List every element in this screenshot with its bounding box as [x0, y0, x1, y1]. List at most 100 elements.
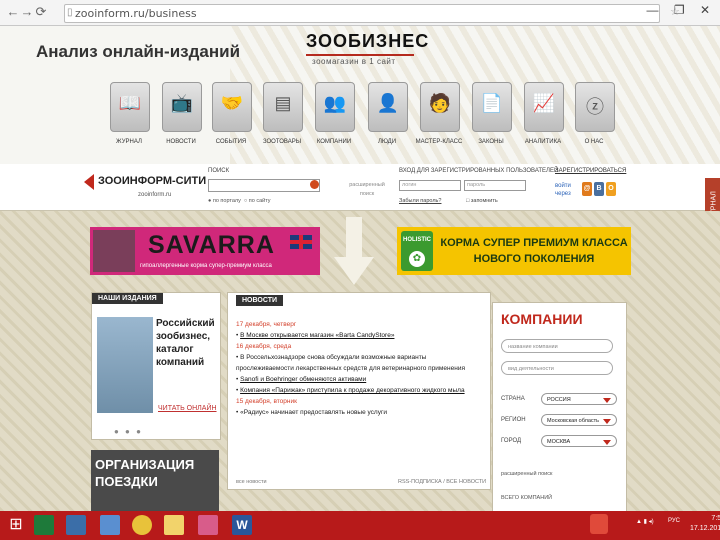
- search-scope[interactable]: ● по порталу ○ по сайту: [208, 198, 271, 204]
- forward-icon[interactable]: →: [20, 5, 34, 19]
- site-logo[interactable]: ЗООБИЗНЕС: [306, 31, 429, 52]
- holistic-banner[interactable]: HOLISTIC ✿ КОРМА СУПЕР ПРЕМИУМ КЛАССА НО…: [397, 227, 631, 275]
- page-icon: ▯: [67, 7, 73, 18]
- news-item[interactable]: • «Радиус» начинает предоставлять новые …: [236, 407, 486, 418]
- folder-icon[interactable]: [164, 515, 184, 535]
- clock[interactable]: 7:53 17.12.2015: [690, 514, 720, 534]
- news-link[interactable]: Sanofi и Boehringer обменяются активами: [240, 376, 366, 383]
- odnoklassniki-icon[interactable]: O: [606, 182, 616, 196]
- teacher-icon: 🧑: [428, 93, 452, 113]
- vk-icon[interactable]: B: [594, 182, 604, 196]
- news-link[interactable]: «Радиус» начинает предоставлять новые ус…: [240, 409, 387, 416]
- app-icon[interactable]: [198, 515, 218, 535]
- catalog-cover[interactable]: [97, 317, 153, 413]
- city-value: МОСКВА: [547, 439, 571, 445]
- clock-date: 17.12.2015: [690, 525, 720, 532]
- logo-subtitle: зоомагазин в 1 сайт: [312, 57, 396, 66]
- category-people[interactable]: 👤: [368, 82, 408, 132]
- search-button[interactable]: [310, 180, 319, 189]
- category-label: О НАС: [584, 139, 604, 145]
- read-online-link[interactable]: ЧИТАТЬ ОНЛАЙН: [158, 405, 217, 412]
- advanced-search-link[interactable]: расширенный поиск: [342, 181, 392, 199]
- window-controls[interactable]: — ❐ ✕: [647, 3, 716, 17]
- windows-start-icon[interactable]: ⊞: [6, 515, 26, 535]
- carousel-dots[interactable]: ● ● ●: [114, 427, 143, 436]
- password-input[interactable]: пароль: [464, 180, 526, 191]
- language-indicator[interactable]: РУС: [668, 518, 680, 524]
- radio-site[interactable]: по сайту: [249, 198, 271, 204]
- search-input[interactable]: [208, 179, 320, 192]
- category-laws[interactable]: 📄: [472, 82, 512, 132]
- register-link[interactable]: ЗАРЕГИСТРИРОВАТЬСЯ: [555, 168, 626, 174]
- category-magazine[interactable]: 📖: [110, 82, 150, 132]
- login-input[interactable]: логин: [399, 180, 461, 191]
- down-arrow-icon: [334, 217, 374, 285]
- chevron-down-icon: [603, 440, 611, 445]
- logo-underline: [306, 54, 414, 56]
- news-item[interactable]: • В Москве открывается магазин «Barta Ca…: [236, 330, 486, 341]
- info-icon: ⓩ: [586, 97, 604, 117]
- news-item[interactable]: • В Россельхознадзоре снова обсуждали во…: [236, 352, 486, 363]
- category-label: ЖУРНАЛ: [116, 139, 142, 145]
- news-item-cont[interactable]: прослеживаемости лекарственных средств д…: [236, 363, 486, 374]
- tray-app-icon[interactable]: [590, 514, 608, 534]
- holistic-logo: HOLISTIC ✿: [401, 231, 433, 271]
- category-products[interactable]: ▤: [263, 82, 303, 132]
- country-select[interactable]: РОССИЯ: [541, 393, 617, 405]
- page-title: Анализ онлайн-изданий: [36, 42, 241, 61]
- products-icon: ▤: [274, 93, 292, 113]
- category-label: НОВОСТИ: [166, 139, 196, 145]
- trip-organization-box[interactable]: ОРГАНИЗАЦИЯ ПОЕЗДКИ: [91, 450, 219, 512]
- chrome-icon[interactable]: [132, 515, 152, 535]
- category-masterclass[interactable]: 🧑: [420, 82, 460, 132]
- news-link[interactable]: В Россельхознадзоре снова обсуждали возм…: [240, 354, 426, 361]
- companies-box: КОМПАНИИ название компании вид деятельно…: [492, 302, 627, 514]
- category-label: ЗООТОВАРЫ: [262, 139, 302, 145]
- computer-icon[interactable]: [66, 515, 86, 535]
- city-label: ГОРОД: [501, 438, 522, 444]
- savarra-banner[interactable]: SAVARRA гипоаллергенные корма супер-прем…: [90, 227, 320, 275]
- news-link[interactable]: В Москве открывается магазин «Barta Cand…: [240, 332, 394, 339]
- news-item[interactable]: • Sanofi и Boehringer обменяются активам…: [236, 374, 486, 385]
- category-news[interactable]: 📺: [162, 82, 202, 132]
- companies-advanced-link[interactable]: расширенный поиск: [501, 471, 552, 477]
- word-icon[interactable]: W: [232, 515, 252, 535]
- search-label: ПОИСК: [208, 168, 230, 174]
- region-select[interactable]: Московская область: [541, 414, 617, 426]
- forgot-password-link[interactable]: Забыли пароль?: [399, 198, 441, 204]
- radio-portal[interactable]: по порталу: [213, 198, 241, 204]
- activity-input[interactable]: вид деятельности: [501, 361, 613, 375]
- documents-icon: 📄: [480, 93, 504, 113]
- back-icon[interactable]: ←: [6, 5, 20, 19]
- paw-icon: ✿: [409, 251, 425, 267]
- holistic-logo-text: HOLISTIC: [403, 237, 431, 243]
- news-date: 17 декабря, четверг: [236, 321, 297, 328]
- news-link[interactable]: Компания «Парижак» приступила к продаже …: [240, 387, 464, 394]
- reload-icon[interactable]: ⟳: [34, 5, 48, 19]
- region-label: РЕГИОН: [501, 417, 526, 423]
- network-icon[interactable]: [100, 515, 120, 535]
- all-news-link[interactable]: все новости: [236, 479, 267, 485]
- news-item[interactable]: • Компания «Парижак» приступила к продаж…: [236, 385, 486, 396]
- mailru-icon[interactable]: @: [582, 182, 592, 196]
- address-bar[interactable]: ▯ zooinform.ru/business: [64, 4, 660, 23]
- category-label: МАСТЕР-КЛАСС: [415, 139, 463, 145]
- category-label: ЛЮДИ: [377, 139, 397, 145]
- news-date: 16 декабря, среда: [236, 343, 292, 350]
- zooinform-logo[interactable]: ЗООИНФОРМ-СИТИ: [98, 175, 206, 187]
- category-companies[interactable]: 👥: [315, 82, 355, 132]
- city-select[interactable]: МОСКВА: [541, 435, 617, 447]
- category-events[interactable]: 🤝: [212, 82, 252, 132]
- system-tray-icons[interactable]: ▲ ▮ ◂): [636, 518, 654, 525]
- category-about[interactable]: ⓩ: [575, 82, 615, 132]
- person-icon: 👤: [376, 93, 400, 113]
- rss-link[interactable]: RSS-ПОДПИСКА / ВСЕ НОВОСТИ: [398, 479, 486, 485]
- country-label: СТРАНА: [501, 396, 525, 402]
- magazine-icon: 📖: [118, 93, 142, 113]
- company-name-input[interactable]: название компании: [501, 339, 613, 353]
- our-publications-box: НАШИ ИЗДАНИЯ Российский зообизнес, катал…: [91, 292, 221, 440]
- remember-checkbox[interactable]: □ запомнить: [466, 198, 498, 204]
- arrow-left-icon: [84, 174, 94, 190]
- excel-icon[interactable]: [34, 515, 54, 535]
- category-analytics[interactable]: 📈: [524, 82, 564, 132]
